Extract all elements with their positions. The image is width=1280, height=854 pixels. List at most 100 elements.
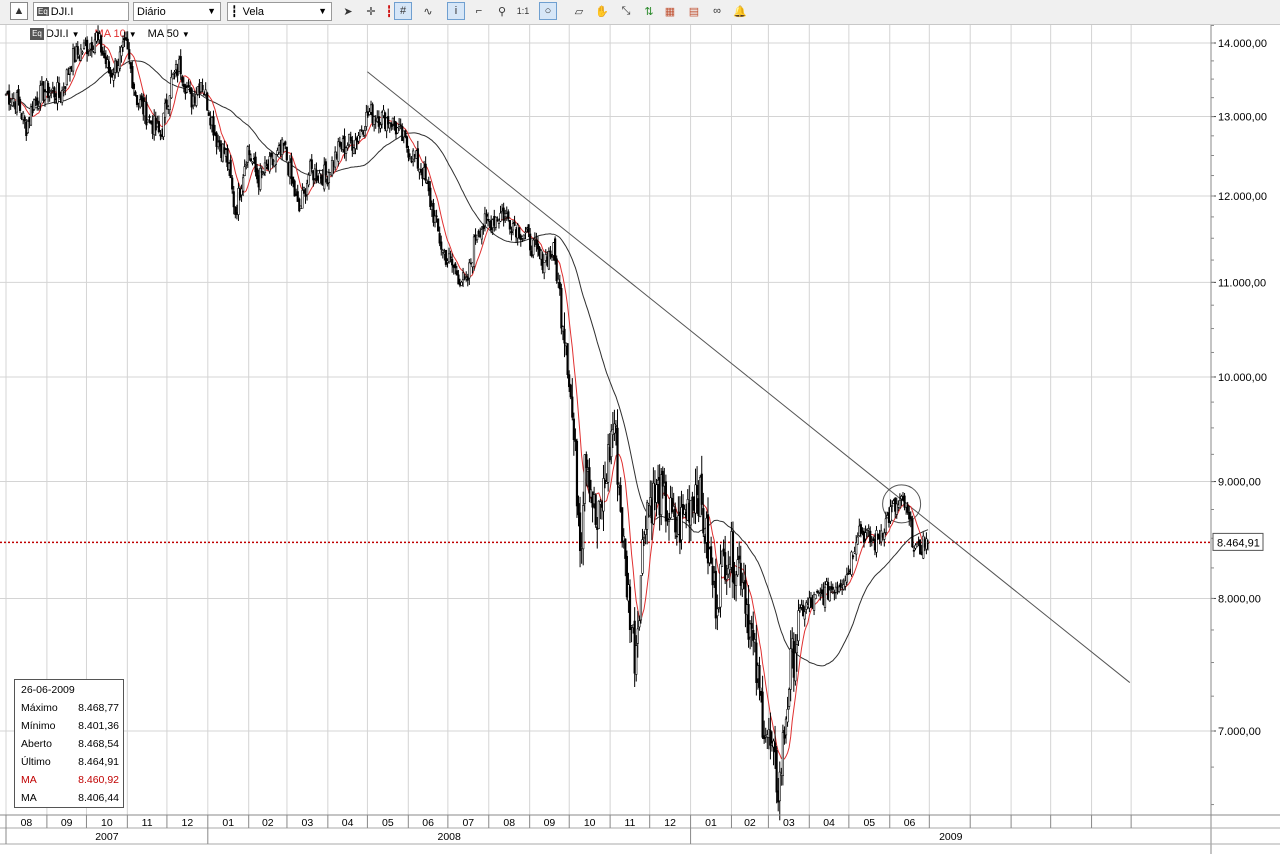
x-month-label: 03 <box>783 817 795 829</box>
candle <box>646 499 649 545</box>
candle <box>82 39 86 50</box>
candle <box>344 146 348 162</box>
y-tick-label: 7.000,00 <box>1218 726 1261 738</box>
candle <box>736 546 739 577</box>
candle <box>823 581 827 612</box>
crosshair-icon[interactable]: ✛ <box>362 2 380 20</box>
candle <box>206 91 209 112</box>
candle <box>212 110 215 141</box>
info-row-ma10: MA 8.460,92 <box>21 774 119 786</box>
candle <box>602 464 605 532</box>
candle <box>8 84 11 111</box>
candle <box>572 412 575 456</box>
properties-icon[interactable]: ⌐ <box>470 2 488 20</box>
candle <box>360 125 363 132</box>
candle <box>641 528 644 576</box>
x-month-label: 02 <box>262 817 274 829</box>
candle <box>731 521 735 598</box>
candle <box>621 507 624 548</box>
candle <box>597 500 600 529</box>
price-chart[interactable]: 14.000,00 13.000,00 12.000,00 11.000,00 10.0… <box>0 25 1280 854</box>
x-year-label: 2009 <box>939 831 963 843</box>
wave-icon[interactable]: ∿ <box>419 2 437 20</box>
table-icon[interactable]: ▤ <box>685 2 703 20</box>
line-tool-icon[interactable]: ⤡ <box>617 2 635 20</box>
layers-icon[interactable]: ▦ <box>661 2 679 20</box>
info-date: 26-06-2009 <box>21 684 75 696</box>
candle <box>53 86 56 104</box>
candle <box>285 146 288 162</box>
candle <box>710 536 713 565</box>
candle <box>330 156 334 178</box>
period-select[interactable]: Diário ▼ <box>133 2 221 21</box>
hand-icon[interactable]: ✋ <box>593 2 611 20</box>
info-row-ma50: MA 8.406,44 <box>21 792 119 804</box>
candle <box>90 36 93 58</box>
candle <box>274 154 277 173</box>
candle <box>734 571 738 602</box>
link-icon[interactable]: ∞ <box>708 2 726 20</box>
y-tick-label: 8.000,00 <box>1218 593 1261 605</box>
chart-type-select[interactable]: ┇ Vela ▼ <box>227 2 332 21</box>
zoom-icon[interactable]: ⚲ <box>493 2 511 20</box>
candle <box>814 594 817 600</box>
x-month-label: 04 <box>823 817 835 829</box>
x-month-label: 10 <box>101 817 113 829</box>
candle <box>259 163 262 192</box>
info-row-min: Mínimo 8.401,36 <box>21 720 119 732</box>
candle <box>373 115 376 132</box>
compare-icon[interactable]: ⇅ <box>640 2 658 20</box>
candle <box>416 140 419 171</box>
candle <box>444 249 448 267</box>
eraser-icon[interactable]: ▱ <box>570 2 588 20</box>
candle <box>639 575 643 624</box>
candle <box>65 68 68 86</box>
collapse-toolbar-button[interactable]: ▲ <box>10 2 28 20</box>
candle <box>168 95 171 117</box>
grid-icon[interactable]: # <box>394 2 412 20</box>
candle <box>231 175 234 194</box>
x-month-label: 11 <box>624 817 635 829</box>
candle <box>47 81 50 103</box>
candle <box>494 216 497 231</box>
equity-icon: Eq <box>37 7 49 16</box>
info-row-open: Aberto 8.468,54 <box>21 738 119 750</box>
candle <box>571 378 574 421</box>
one-to-one-icon[interactable]: 1:1 <box>514 2 532 20</box>
x-month-label: 08 <box>503 817 515 829</box>
candle <box>237 182 240 221</box>
candle <box>563 312 566 358</box>
candle <box>769 712 772 760</box>
cursor-arrow-icon[interactable]: ➤ <box>339 2 357 20</box>
candle <box>476 234 479 243</box>
x-month-label: 04 <box>342 817 354 829</box>
candle <box>243 159 246 177</box>
alert-bell-icon[interactable]: 🔔 <box>731 2 749 20</box>
candle <box>157 115 160 134</box>
y-tick-label: 14.000,00 <box>1218 38 1267 50</box>
info-row-last: Último 8.464,91 <box>21 756 119 768</box>
candle <box>447 247 451 264</box>
circle-tool-icon[interactable]: ○ <box>539 2 557 20</box>
candle <box>788 687 791 710</box>
candle <box>694 468 697 525</box>
y-tick-label: 12.000,00 <box>1218 191 1267 203</box>
symbol-input[interactable]: Eq DJI.I <box>33 2 129 21</box>
candle <box>298 197 301 213</box>
candle <box>519 233 522 247</box>
candle <box>875 526 878 558</box>
info-icon[interactable]: i <box>447 2 465 20</box>
candle <box>135 95 139 108</box>
x-month-label: 11 <box>142 817 153 829</box>
period-value: Diário <box>137 5 166 18</box>
candle <box>594 493 597 528</box>
candle <box>834 582 838 600</box>
candle <box>778 761 781 821</box>
chevron-down-icon: ▼ <box>318 6 327 16</box>
x-month-label: 12 <box>182 817 194 829</box>
candle <box>460 280 463 287</box>
candle <box>507 209 510 222</box>
candle <box>761 675 764 739</box>
x-month-label: 03 <box>302 817 314 829</box>
candle <box>146 119 150 123</box>
